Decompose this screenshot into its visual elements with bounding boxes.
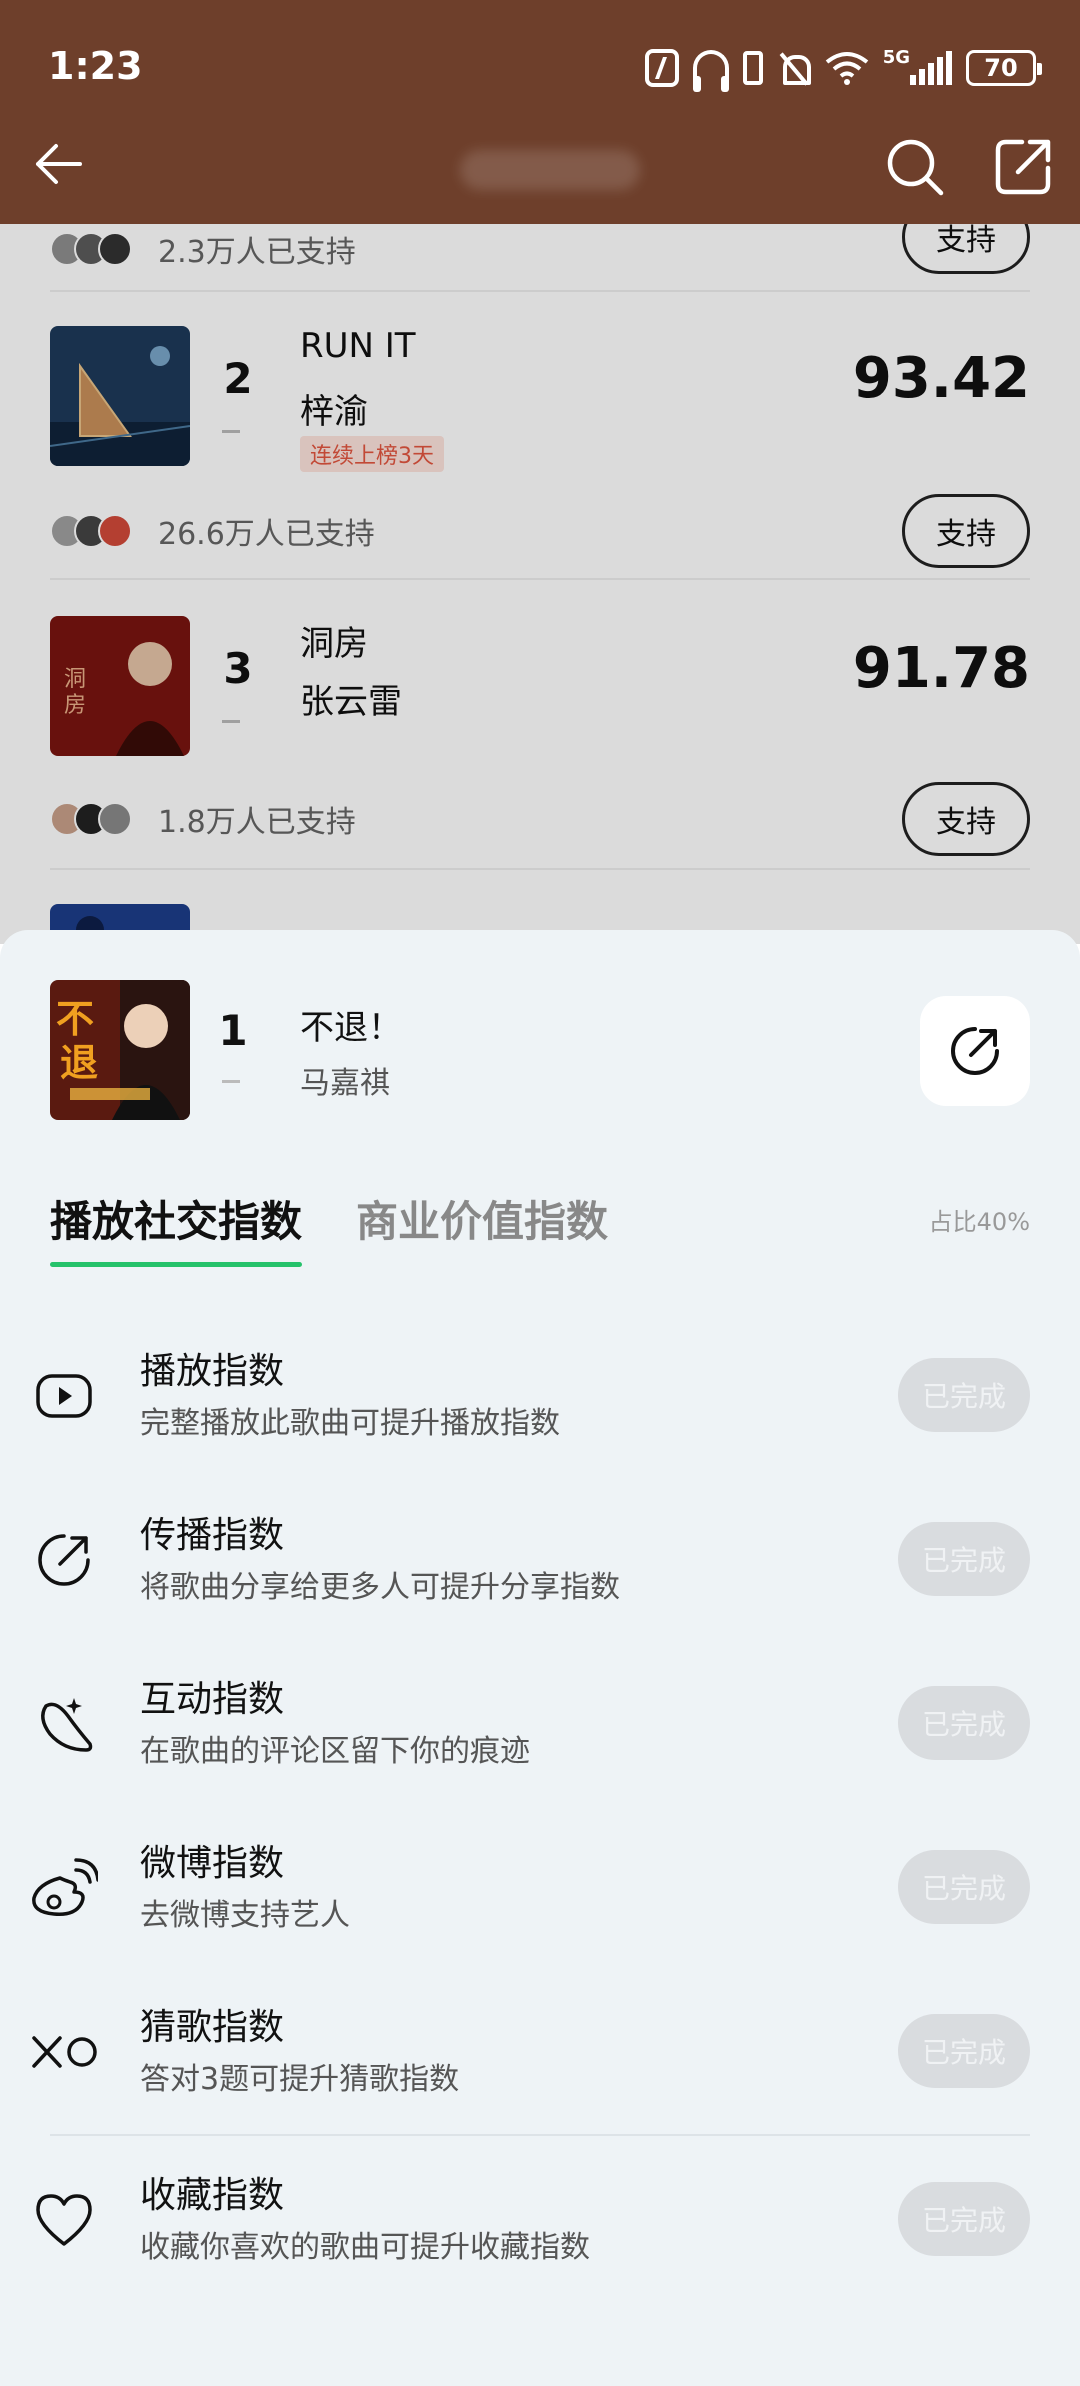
heart-icon (30, 2186, 98, 2254)
mute-icon (777, 48, 811, 88)
page-title-blurred (460, 150, 640, 190)
share-icon (30, 1526, 98, 1594)
task-name: 微博指数 (140, 1843, 285, 1884)
network-type: 5G (882, 47, 910, 68)
rank-number: 1 (218, 1006, 248, 1055)
status-bar: 1:23 5G 70 (0, 0, 1080, 140)
vibrate-icon (742, 48, 763, 88)
svg-text:退: 退 (60, 1040, 98, 1085)
headset-icon (692, 48, 729, 92)
rank-change (222, 1080, 240, 1083)
share-button[interactable] (920, 996, 1030, 1106)
modal-overlay[interactable] (0, 224, 1080, 944)
play-icon (30, 1362, 98, 1430)
task-description: 答对3题可提升猜歌指数 (140, 2062, 460, 2097)
completed-button[interactable]: 已完成 (898, 2182, 1030, 2256)
back-arrow-icon[interactable] (30, 136, 86, 192)
task-name: 猜歌指数 (140, 2007, 285, 2048)
weight-ratio: 占比40% (928, 1208, 1030, 1236)
status-icons: 5G 70 (644, 44, 1042, 92)
completed-button[interactable]: 已完成 (898, 2014, 1030, 2088)
task-item-play: 播放指数 完整播放此歌曲可提升播放指数 已完成 (30, 1336, 1030, 1456)
svg-text:不: 不 (56, 996, 94, 1041)
search-icon[interactable] (884, 136, 946, 198)
song-artist: 马嘉祺 (300, 1066, 390, 1101)
task-name: 播放指数 (140, 1351, 285, 1392)
divider (50, 2134, 1030, 2136)
top-bar: 1:23 5G 70 (0, 0, 1080, 224)
cellular-signal-icon: 5G (883, 48, 952, 88)
task-item-favorite: 收藏指数 收藏你喜欢的歌曲可提升收藏指数 已完成 (30, 2160, 1030, 2280)
completed-button[interactable]: 已完成 (898, 1850, 1030, 1924)
song-title: 不退！ (300, 1008, 402, 1048)
tab-commercial-value-index[interactable]: 商业价值指数 (356, 1188, 608, 1249)
index-tabs: 播放社交指数 商业价值指数 占比40% (50, 1188, 1030, 1268)
completed-button[interactable]: 已完成 (898, 1686, 1030, 1760)
status-time: 1:23 (48, 44, 143, 88)
task-description: 将歌曲分享给更多人可提升分享指数 (140, 1570, 620, 1605)
tab-play-social-index[interactable]: 播放社交指数 (50, 1188, 303, 1267)
wifi-icon (825, 48, 869, 88)
battery-icon: 70 (966, 50, 1042, 86)
task-description: 在歌曲的评论区留下你的痕迹 (140, 1734, 530, 1769)
completed-button[interactable]: 已完成 (898, 1522, 1030, 1596)
task-description: 完整播放此歌曲可提升播放指数 (140, 1406, 560, 1441)
task-description: 去微博支持艺人 (140, 1898, 350, 1933)
nfc-icon (644, 48, 679, 88)
task-description: 收藏你喜欢的歌曲可提升收藏指数 (140, 2230, 590, 2265)
task-name: 收藏指数 (140, 2175, 285, 2216)
task-item-interaction: 互动指数 在歌曲的评论区留下你的痕迹 已完成 (30, 1664, 1030, 1784)
weibo-icon (30, 1854, 98, 1922)
task-item-weibo: 微博指数 去微博支持艺人 已完成 (30, 1828, 1030, 1948)
battery-level: 70 (984, 54, 1018, 82)
task-item-guess-song: 猜歌指数 答对3题可提升猜歌指数 已完成 (30, 1992, 1030, 2112)
task-name: 互动指数 (140, 1679, 285, 1720)
index-bottom-sheet: 不退 1 不退！ 马嘉祺 播放社交指数 商业价值指数 占比40% 播放指数 完整… (0, 930, 1080, 2386)
share-icon (951, 1027, 999, 1075)
task-item-share: 传播指数 将歌曲分享给更多人可提升分享指数 已完成 (30, 1500, 1030, 1620)
task-name: 传播指数 (140, 1515, 285, 1556)
completed-button[interactable]: 已完成 (898, 1358, 1030, 1432)
xo-icon (30, 2018, 98, 2086)
share-icon[interactable] (992, 136, 1054, 198)
album-cover: 不退 (50, 980, 190, 1120)
comment-icon (30, 1690, 98, 1758)
